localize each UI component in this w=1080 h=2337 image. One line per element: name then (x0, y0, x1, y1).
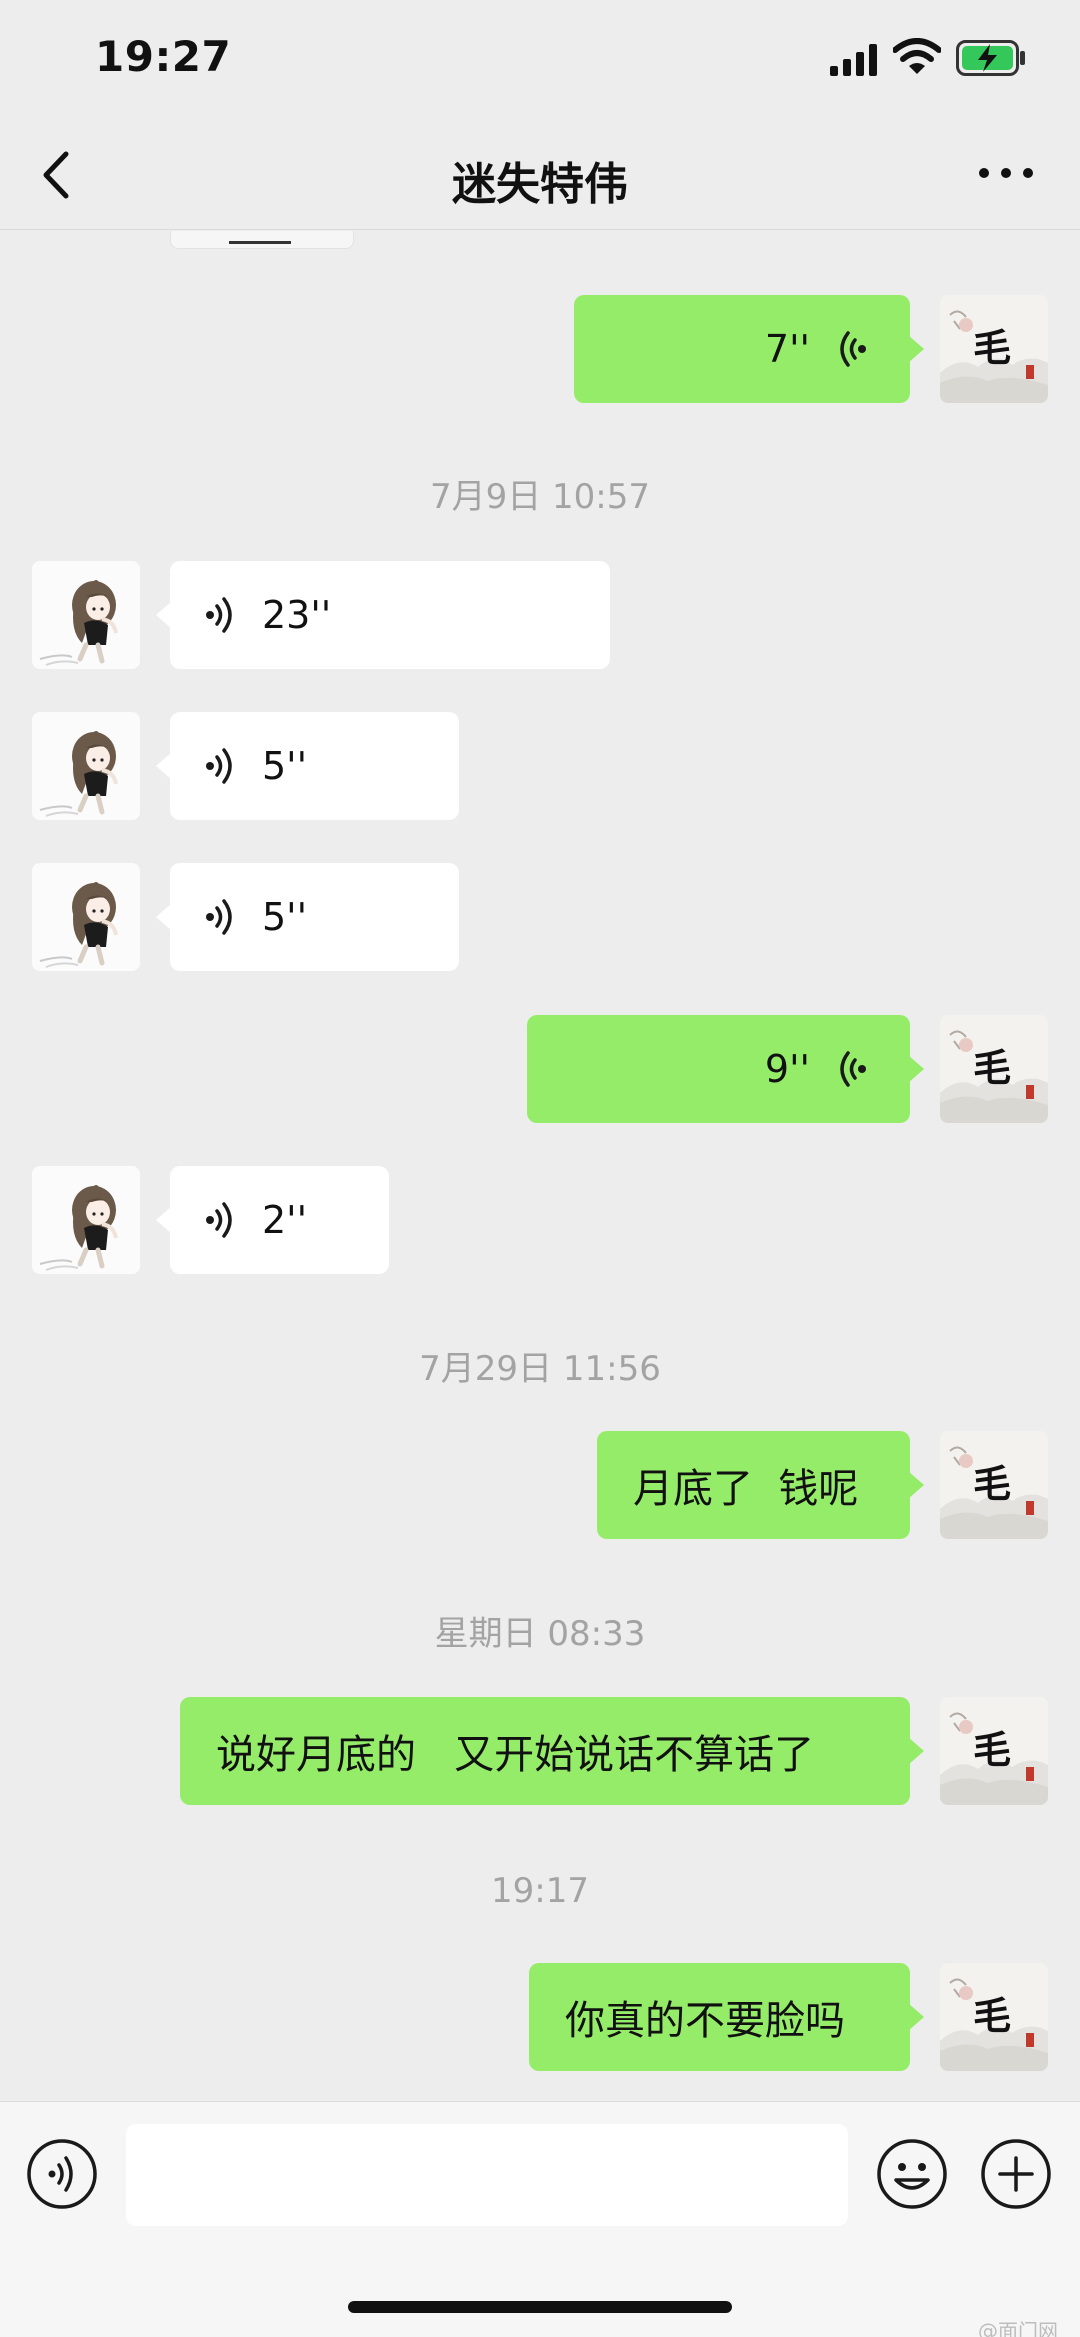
voice-duration: 2'' (262, 1198, 308, 1242)
watermark: @面门网 (978, 2319, 1058, 2337)
outgoing-text-message[interactable]: 你真的不要脸吗 (529, 1963, 924, 2071)
more-options-icon[interactable] (976, 158, 1036, 188)
self-avatar[interactable] (940, 295, 1048, 403)
voice-wave-icon (204, 897, 240, 937)
emoji-icon[interactable] (876, 2138, 948, 2210)
self-avatar[interactable] (940, 1015, 1048, 1123)
voice-wave-icon (204, 746, 240, 786)
wifi-icon (893, 38, 941, 74)
voice-duration: 5'' (262, 895, 308, 939)
self-avatar[interactable] (940, 1431, 1048, 1539)
outgoing-text-message[interactable]: 说好月底的 又开始说话不算话了 (180, 1697, 924, 1805)
chat-title: 迷失特伟 (452, 159, 628, 210)
battery-charging-icon (956, 40, 1025, 76)
self-avatar[interactable] (940, 1697, 1048, 1805)
voice-input-toggle-icon[interactable] (26, 2138, 98, 2210)
contact-avatar[interactable] (32, 561, 140, 669)
incoming-voice-message[interactable]: 5'' (156, 712, 459, 820)
self-avatar[interactable] (940, 1963, 1048, 2071)
contact-avatar[interactable] (32, 1166, 140, 1274)
voice-wave-icon (832, 1049, 868, 1089)
outgoing-voice-message[interactable]: 7'' (574, 295, 924, 403)
incoming-voice-message[interactable]: 23'' (156, 561, 610, 669)
voice-wave-icon (832, 329, 868, 369)
incoming-voice-message[interactable]: 2'' (156, 1166, 389, 1274)
voice-duration: 7'' (764, 327, 810, 371)
contact-avatar[interactable] (32, 863, 140, 971)
cut-off-message-card (170, 231, 354, 249)
message-text: 月底了 钱呢 (633, 1466, 859, 1512)
chat-timestamp: 星期日 08:33 (434, 1614, 646, 1654)
voice-duration: 9'' (764, 1047, 810, 1091)
outgoing-text-message[interactable]: 月底了 钱呢 (597, 1431, 924, 1539)
chat-timestamp: 7月29日 11:56 (419, 1349, 661, 1389)
status-bar: 19:27 (0, 0, 1080, 120)
message-text: 你真的不要脸吗 (565, 1998, 845, 2044)
chat-header: 迷失特伟 (0, 120, 1080, 230)
voice-wave-icon (204, 595, 240, 635)
cellular-signal-icon (830, 44, 877, 76)
contact-avatar[interactable] (32, 712, 140, 820)
chat-timestamp: 7月9日 10:57 (429, 477, 651, 517)
chat-timestamp: 19:17 (491, 1871, 589, 1911)
message-text-input[interactable] (126, 2124, 848, 2226)
voice-duration: 23'' (262, 593, 332, 637)
message-text: 说好月底的 又开始说话不算话了 (216, 1732, 815, 1778)
voice-duration: 5'' (262, 744, 308, 788)
chat-screen: 19:27 迷失特伟 7'' 7月9日 10:57 23'' 5'' 5'' 9… (0, 0, 1080, 2337)
outgoing-voice-message[interactable]: 9'' (527, 1015, 924, 1123)
plus-more-icon[interactable] (980, 2138, 1052, 2210)
voice-wave-icon (204, 1200, 240, 1240)
status-time: 19:27 (95, 32, 232, 81)
incoming-voice-message[interactable]: 5'' (156, 863, 459, 971)
home-indicator[interactable] (348, 2301, 732, 2313)
